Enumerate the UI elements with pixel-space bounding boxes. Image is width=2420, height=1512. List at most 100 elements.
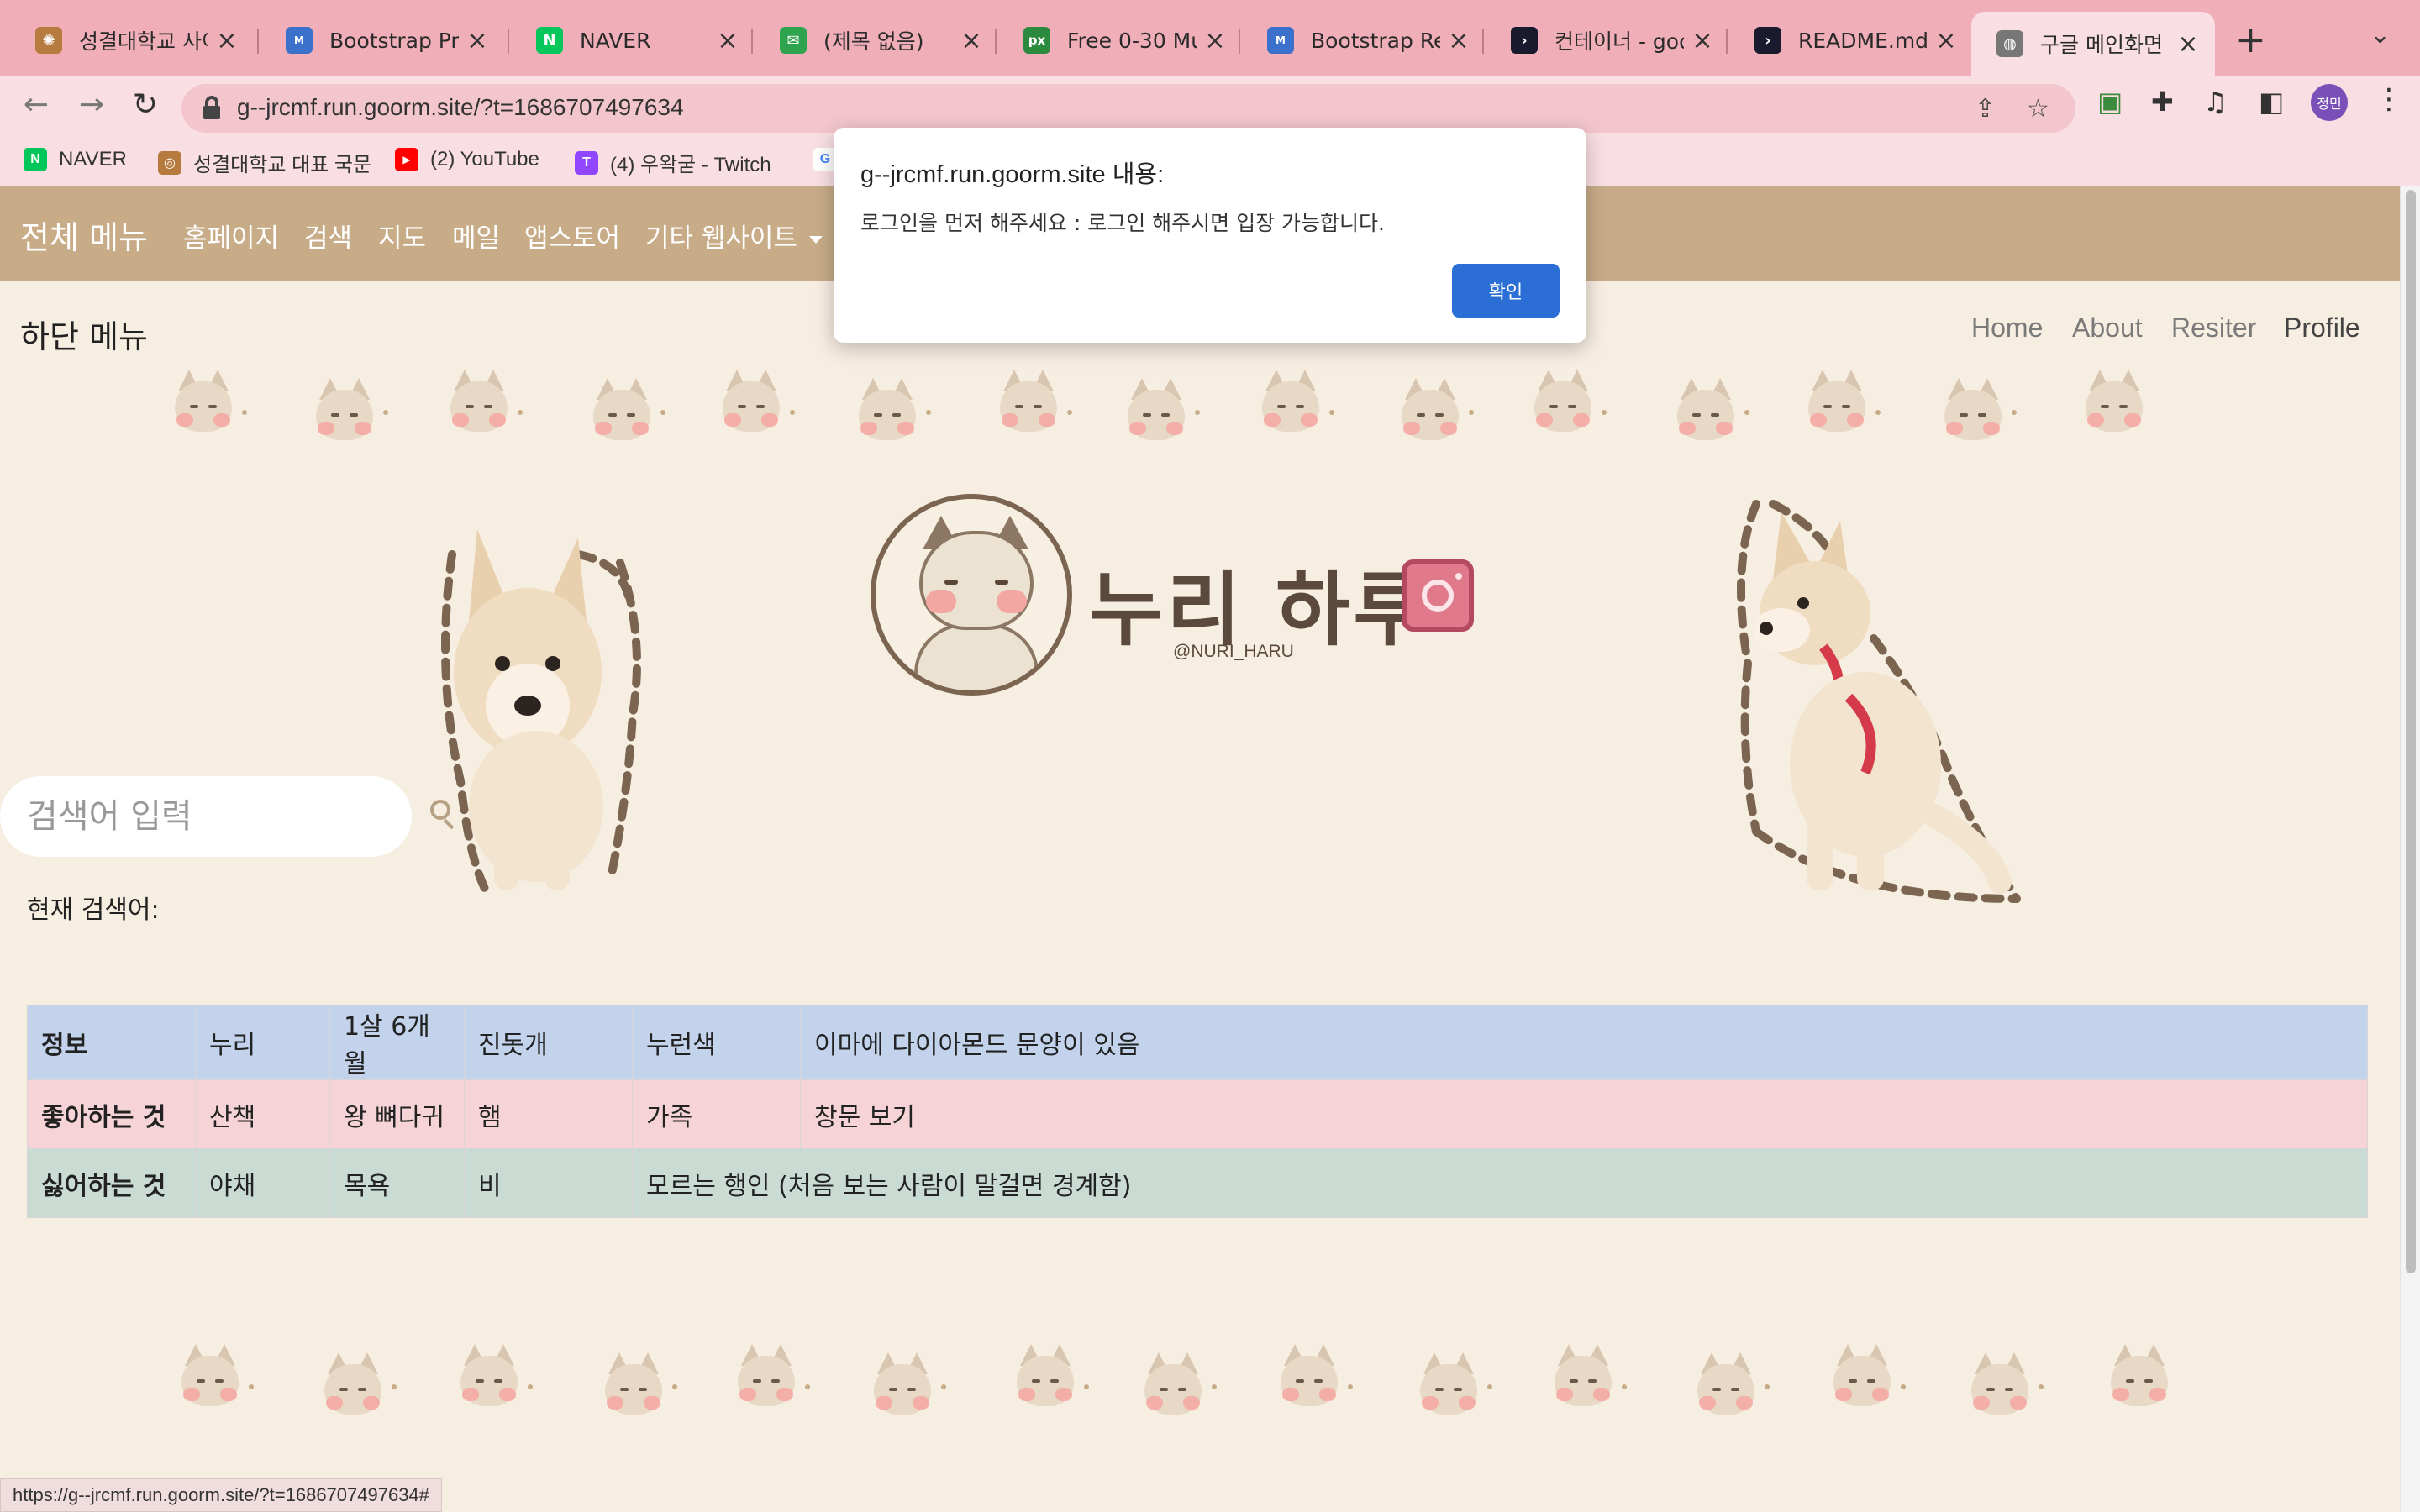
nav-link-search[interactable]: 검색 bbox=[304, 217, 352, 255]
sidepanel-icon[interactable]: ◧ bbox=[2259, 86, 2284, 118]
bookmark-item[interactable]: ◎ 성결대학교 대표 국문 bbox=[158, 148, 371, 177]
dot-decoration bbox=[1901, 1384, 1906, 1389]
star-icon[interactable]: ☆ bbox=[2027, 94, 2049, 123]
table-cell: 좋아하는 것 bbox=[27, 1079, 196, 1149]
table-row: 싫어하는 것 야채 목욕 비 모르는 행인 (처음 보는 사람이 말걸면 경계함… bbox=[27, 1148, 2368, 1218]
close-icon[interactable]: × bbox=[1203, 26, 1227, 55]
puppy-decoration bbox=[1398, 378, 1462, 445]
table-cell: 진돗개 bbox=[464, 1005, 633, 1080]
tab-label: Bootstrap Reg bbox=[1311, 28, 1440, 53]
nav-link-appstore[interactable]: 앱스토어 bbox=[524, 217, 620, 255]
puppy-decoration bbox=[1694, 1352, 1758, 1420]
browser-tab[interactable]: ✉ (제목 없음) × bbox=[755, 12, 998, 69]
tab-label: Bootstrap Prof bbox=[329, 28, 459, 53]
close-icon[interactable]: × bbox=[1447, 26, 1470, 55]
subnav-link-about[interactable]: About bbox=[2072, 312, 2143, 344]
puzzle-icon[interactable]: ✚ bbox=[2151, 86, 2174, 118]
dot-decoration bbox=[1744, 410, 1749, 415]
search-icon[interactable] bbox=[430, 800, 457, 833]
subnav-link-resiter[interactable]: Resiter bbox=[2171, 312, 2256, 344]
browser-tab[interactable]: M Bootstrap Reg × bbox=[1242, 12, 1486, 69]
scrollbar-thumb[interactable] bbox=[2406, 190, 2416, 1273]
tab-label: Free 0-30 Mu bbox=[1067, 28, 1197, 53]
close-icon[interactable]: × bbox=[2176, 29, 2200, 59]
tab-divider bbox=[995, 29, 997, 54]
close-icon[interactable]: × bbox=[960, 26, 983, 55]
puppy-decoration bbox=[1968, 1352, 2032, 1420]
table-cell: 모르는 행인 (처음 보는 사람이 말걸면 경계함) bbox=[632, 1148, 2368, 1218]
twitch-icon: T bbox=[575, 150, 598, 175]
back-icon[interactable]: ← bbox=[15, 87, 57, 122]
navbar-brand[interactable]: 전체 메뉴 bbox=[20, 212, 148, 258]
address-bar[interactable]: g--jrcmf.run.goorm.site/?t=1686707497634… bbox=[182, 84, 2075, 133]
search-input[interactable] bbox=[27, 790, 388, 843]
youtube-icon: ▶ bbox=[395, 148, 418, 171]
dot-decoration bbox=[392, 1384, 397, 1389]
puppy-decoration bbox=[1531, 370, 1595, 437]
media-icon[interactable]: ♫ bbox=[2203, 86, 2228, 118]
dialog-message: 로그인을 먼저 해주세요 : 로그인 해주시면 입장 가능합니다. bbox=[860, 211, 1385, 235]
tab-divider bbox=[257, 29, 259, 54]
puppy-decoration bbox=[1141, 1352, 1205, 1420]
share-icon[interactable]: ⇪ bbox=[1975, 94, 1996, 123]
close-icon[interactable]: × bbox=[466, 26, 489, 55]
seal-icon: ✺ bbox=[35, 27, 62, 54]
nav-dropdown-other-sites[interactable]: 기타 웹사이트 bbox=[645, 217, 823, 255]
current-search-label: 현재 검색어: bbox=[27, 895, 160, 925]
dot-decoration bbox=[941, 1384, 946, 1389]
page-scrollbar[interactable] bbox=[2400, 186, 2420, 1512]
mdb-icon: M bbox=[1267, 27, 1294, 54]
close-icon[interactable]: × bbox=[1691, 26, 1714, 55]
forward-icon[interactable]: → bbox=[71, 87, 113, 122]
puppy-decoration bbox=[447, 370, 511, 437]
nav-link-home[interactable]: 홈페이지 bbox=[183, 217, 279, 255]
instagram-icon[interactable] bbox=[1402, 559, 1474, 632]
close-icon[interactable]: × bbox=[716, 26, 739, 55]
chevron-down-icon[interactable]: ⌄ bbox=[2370, 20, 2391, 50]
dot-decoration bbox=[1348, 1384, 1353, 1389]
table-cell: 누리 bbox=[195, 1005, 330, 1080]
browser-tab[interactable]: M Bootstrap Prof × bbox=[260, 12, 504, 69]
browser-tab[interactable]: › README.md ( × bbox=[1729, 12, 1973, 69]
naver-icon: N bbox=[536, 27, 563, 54]
nav-link-mail[interactable]: 메일 bbox=[452, 217, 500, 255]
puppy-decoration bbox=[719, 370, 783, 437]
menu-icon[interactable]: ⋮ bbox=[2375, 82, 2403, 116]
table-cell: 목욕 bbox=[329, 1148, 465, 1218]
subnav-link-home[interactable]: Home bbox=[1971, 312, 2043, 344]
bookmark-item[interactable]: ▶ (2) YouTube bbox=[395, 148, 539, 171]
mail-icon: ✉ bbox=[780, 27, 807, 54]
extension-icon[interactable]: ▣ bbox=[2097, 86, 2123, 118]
browser-tab[interactable]: N NAVER × bbox=[511, 12, 755, 69]
avatar[interactable]: 정민 bbox=[2311, 84, 2348, 121]
browser-tab-active[interactable]: ◍ 구글 메인화면 예 × bbox=[1971, 12, 2215, 76]
naver-icon: N bbox=[24, 148, 47, 171]
new-tab-icon[interactable]: + bbox=[2235, 18, 2266, 61]
puppy-border-top bbox=[0, 370, 2400, 470]
ok-button[interactable]: 확인 bbox=[1452, 264, 1560, 318]
dot-decoration bbox=[383, 410, 388, 415]
search-box bbox=[0, 776, 412, 857]
bookmark-label: NAVER bbox=[59, 148, 127, 171]
tab-strip: ✺ 성결대학교 사이버 × M Bootstrap Prof × N NAVER… bbox=[0, 0, 2420, 76]
browser-tab[interactable]: ✺ 성결대학교 사이버 × bbox=[10, 12, 254, 69]
bookmark-item[interactable]: N NAVER bbox=[24, 148, 127, 171]
subnav-link-profile[interactable]: Profile bbox=[2284, 312, 2360, 344]
dot-decoration bbox=[1622, 1384, 1627, 1389]
puppy-border-bottom bbox=[0, 1344, 2400, 1445]
lock-icon bbox=[203, 96, 220, 119]
logo-illustration bbox=[871, 494, 1072, 696]
terminal-icon: › bbox=[1511, 27, 1538, 54]
reload-icon[interactable]: ↻ bbox=[124, 87, 166, 122]
puppy-decoration bbox=[734, 1344, 798, 1411]
nav-link-map[interactable]: 지도 bbox=[378, 217, 426, 255]
browser-tab[interactable]: › 컨테이너 - goor × bbox=[1486, 12, 1729, 69]
tab-label: 성결대학교 사이버 bbox=[79, 29, 208, 54]
bookmark-item[interactable]: T (4) 우왁굳 - Twitch bbox=[575, 148, 771, 177]
dog-info-table: 정보 누리 1살 6개월 진돗개 누런색 이마에 다이아몬드 문양이 있음 좋아… bbox=[27, 1005, 2368, 1218]
close-icon[interactable]: × bbox=[215, 26, 239, 55]
browser-tab[interactable]: px Free 0-30 Mu × bbox=[998, 12, 1242, 69]
close-icon[interactable]: × bbox=[1934, 26, 1958, 55]
puppy-decoration bbox=[1941, 378, 2005, 445]
dot-decoration bbox=[805, 1384, 810, 1389]
